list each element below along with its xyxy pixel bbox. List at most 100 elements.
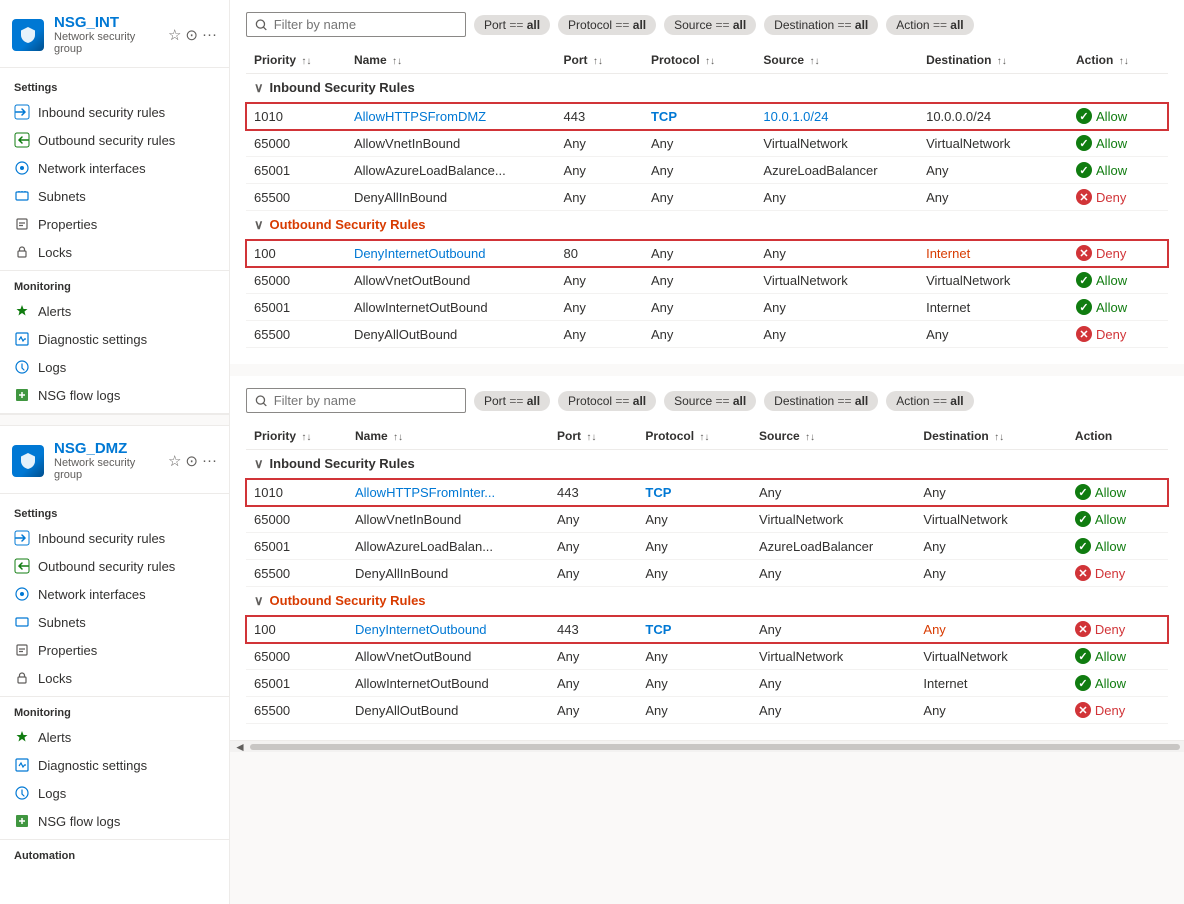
table-row[interactable]: 100 DenyInternetOutbound 80 Any Any Inte… <box>246 240 1168 267</box>
nsg1-filter-input[interactable] <box>246 12 466 37</box>
th-action: Action ↑↓ <box>1068 47 1168 74</box>
table-row[interactable]: 1010 AllowHTTPSFromInter... 443 TCP Any … <box>246 479 1168 506</box>
table-row[interactable]: 1010 AllowHTTPSFromDMZ 443 TCP 10.0.1.0/… <box>246 103 1168 130</box>
nsg2-star-icon[interactable]: ☆ <box>168 452 181 470</box>
nsg2-nav-diag[interactable]: Diagnostic settings <box>0 751 229 779</box>
table-row[interactable]: 65000 AllowVnetInBound Any Any VirtualNe… <box>246 130 1168 157</box>
allow-icon: ✓ <box>1075 538 1091 554</box>
table-row[interactable]: 65000 AllowVnetOutBound Any Any VirtualN… <box>246 267 1168 294</box>
scrollbar-track[interactable] <box>250 744 1180 750</box>
table-row[interactable]: 100 DenyInternetOutbound 443 TCP Any Any… <box>246 616 1168 643</box>
rule-action: ✕Deny <box>1067 616 1168 643</box>
nsg1-nav-outbound[interactable]: Outbound security rules <box>0 126 229 154</box>
table-row[interactable]: 65001 AllowAzureLoadBalance... Any Any A… <box>246 157 1168 184</box>
table-row[interactable]: 65000 AllowVnetInBound Any Any VirtualNe… <box>246 506 1168 533</box>
rule-priority: 65001 <box>246 670 347 697</box>
rule-name-cell[interactable]: DenyAllInBound <box>346 184 556 211</box>
rule-port: Any <box>549 643 637 670</box>
rule-name-cell[interactable]: AllowInternetOutBound <box>347 670 549 697</box>
nsg2-filter-input[interactable] <box>246 388 466 413</box>
nsg2-name[interactable]: NSG_DMZ <box>54 440 158 457</box>
nsg2-settings-section: Settings Inbound security rules Outbound… <box>0 498 229 697</box>
nsg2-nav-subnets[interactable]: Subnets <box>0 608 229 636</box>
nsg2-chip-destination[interactable]: Destination == all <box>764 391 878 411</box>
nsg1-filter-input-field[interactable] <box>274 17 457 32</box>
rule-name-cell[interactable]: AllowVnetOutBound <box>346 267 556 294</box>
rule-name-cell[interactable]: AllowAzureLoadBalance... <box>346 157 556 184</box>
table-row[interactable]: 65001 AllowAzureLoadBalan... Any Any Azu… <box>246 533 1168 560</box>
nsg1-chip-port[interactable]: Port == all <box>474 15 550 35</box>
scroll-left-arrow[interactable]: ◄ <box>234 740 246 754</box>
table-row[interactable]: 65001 AllowInternetOutBound Any Any Any … <box>246 670 1168 697</box>
nsg2-more-icon[interactable]: ··· <box>202 452 217 469</box>
rule-source: VirtualNetwork <box>751 506 915 533</box>
rule-name-cell[interactable]: DenyInternetOutbound <box>346 240 556 267</box>
nsg2-nav-outbound[interactable]: Outbound security rules <box>0 552 229 580</box>
nsg2-filter-input-field[interactable] <box>274 393 457 408</box>
nsg2-nav-logs[interactable]: Logs <box>0 779 229 807</box>
rule-name-cell[interactable]: DenyInternetOutbound <box>347 616 549 643</box>
rule-name-cell[interactable]: DenyAllOutBound <box>347 697 549 724</box>
rule-name-cell[interactable]: AllowVnetInBound <box>347 506 549 533</box>
rule-source: Any <box>751 479 915 506</box>
inbound-section-header[interactable]: ∨Inbound Security Rules <box>246 450 1168 479</box>
nsg1-nav-properties[interactable]: Properties <box>0 210 229 238</box>
table-row[interactable]: 65000 AllowVnetOutBound Any Any VirtualN… <box>246 643 1168 670</box>
deny-icon: ✕ <box>1075 702 1091 718</box>
nsg1-nav-subnets[interactable]: Subnets <box>0 182 229 210</box>
nsg2-pin-icon[interactable]: ⊙ <box>185 452 198 470</box>
nsg1-chip-destination[interactable]: Destination == all <box>764 15 878 35</box>
rule-name-cell[interactable]: AllowAzureLoadBalan... <box>347 533 549 560</box>
rule-name-cell[interactable]: AllowHTTPSFromInter... <box>347 479 549 506</box>
rule-name: DenyAllOutBound <box>355 703 458 718</box>
nsg1-nav-nsgflow[interactable]: NSG flow logs <box>0 381 229 409</box>
nsg1-name[interactable]: NSG_INT <box>54 14 158 31</box>
nsg2-subnets-icon <box>14 614 30 630</box>
nsg1-more-icon[interactable]: ··· <box>202 26 217 43</box>
table-row[interactable]: 65500 DenyAllInBound Any Any Any Any ✕De… <box>246 184 1168 211</box>
table-row[interactable]: 65500 DenyAllOutBound Any Any Any Any ✕D… <box>246 321 1168 348</box>
outbound-section-header[interactable]: ∨Outbound Security Rules <box>246 587 1168 616</box>
rule-name-link[interactable]: DenyInternetOutbound <box>355 622 487 637</box>
outbound-section-header[interactable]: ∨Outbound Security Rules <box>246 211 1168 240</box>
rule-source: Any <box>755 184 918 211</box>
nsg1-chip-action[interactable]: Action == all <box>886 15 973 35</box>
rule-name-link[interactable]: AllowHTTPSFromInter... <box>355 485 495 500</box>
nsg2-nav-nsgflow[interactable]: NSG flow logs <box>0 807 229 835</box>
table-row[interactable]: 65001 AllowInternetOutBound Any Any Any … <box>246 294 1168 321</box>
nsg2-chip-source[interactable]: Source == all <box>664 391 756 411</box>
rule-name-cell[interactable]: DenyAllOutBound <box>346 321 556 348</box>
rule-name-cell[interactable]: AllowHTTPSFromDMZ <box>346 103 556 130</box>
nsg2-nav-inbound-label: Inbound security rules <box>38 531 165 546</box>
nsg2-nav-inbound[interactable]: Inbound security rules <box>0 524 229 552</box>
table-row[interactable]: 65500 DenyAllOutBound Any Any Any Any ✕D… <box>246 697 1168 724</box>
inbound-section-header[interactable]: ∨Inbound Security Rules <box>246 74 1168 103</box>
nsg1-pin-icon[interactable]: ⊙ <box>185 26 198 44</box>
nsg1-chip-source[interactable]: Source == all <box>664 15 756 35</box>
nsg1-nav-locks[interactable]: Locks <box>0 238 229 266</box>
nsg1-nav-interfaces[interactable]: Network interfaces <box>0 154 229 182</box>
nsg1-nav-inbound[interactable]: Inbound security rules <box>0 98 229 126</box>
nsg2-chip-protocol[interactable]: Protocol == all <box>558 391 656 411</box>
rule-name-cell[interactable]: AllowVnetInBound <box>346 130 556 157</box>
nsg1-nav-logs[interactable]: Logs <box>0 353 229 381</box>
nsg2-nav-alerts[interactable]: Alerts <box>0 723 229 751</box>
nsg2-chip-action[interactable]: Action == all <box>886 391 973 411</box>
nsg2-chip-port[interactable]: Port == all <box>474 391 550 411</box>
nsg2-th-priority: Priority ↑↓ <box>246 423 347 450</box>
nsg1-chip-protocol[interactable]: Protocol == all <box>558 15 656 35</box>
outbound-icon <box>14 132 30 148</box>
nsg2-nav-interfaces[interactable]: Network interfaces <box>0 580 229 608</box>
nsg1-nav-alerts[interactable]: Alerts <box>0 297 229 325</box>
rule-name-cell[interactable]: AllowVnetOutBound <box>347 643 549 670</box>
nsg1-star-icon[interactable]: ☆ <box>168 26 181 44</box>
rule-name-cell[interactable]: DenyAllInBound <box>347 560 549 587</box>
horizontal-scrollbar[interactable]: ◄ <box>230 740 1184 752</box>
nsg2-nav-locks[interactable]: Locks <box>0 664 229 692</box>
table-row[interactable]: 65500 DenyAllInBound Any Any Any Any ✕De… <box>246 560 1168 587</box>
nsg2-nav-properties[interactable]: Properties <box>0 636 229 664</box>
rule-name-link[interactable]: AllowHTTPSFromDMZ <box>354 109 486 124</box>
rule-name-link[interactable]: DenyInternetOutbound <box>354 246 486 261</box>
nsg1-nav-diag[interactable]: Diagnostic settings <box>0 325 229 353</box>
rule-name-cell[interactable]: AllowInternetOutBound <box>346 294 556 321</box>
